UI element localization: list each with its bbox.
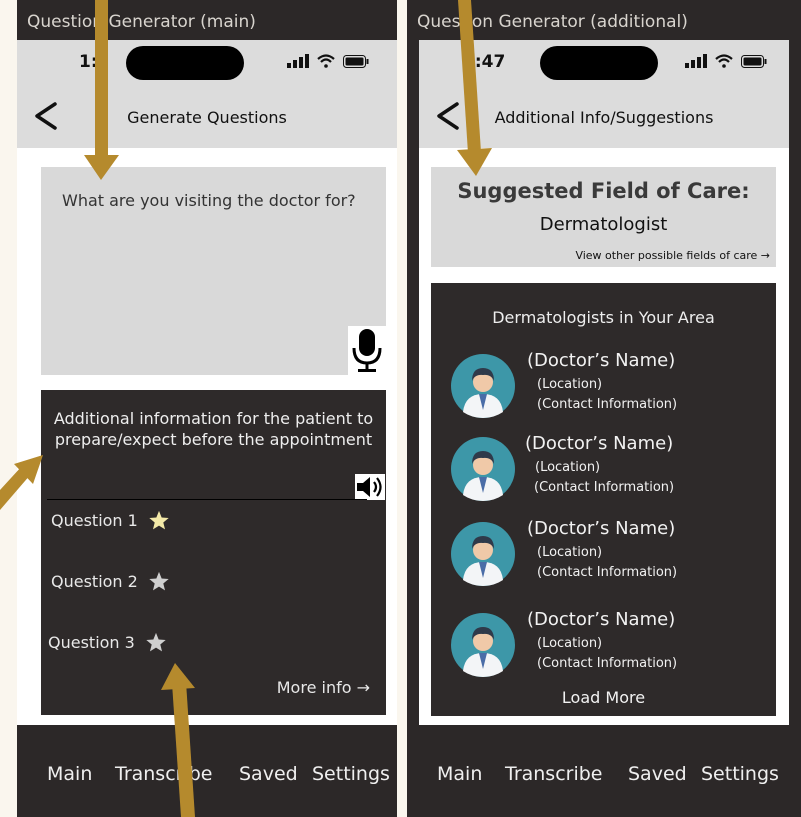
doctor-location: (Location) (535, 460, 601, 475)
dynamic-island (540, 46, 658, 80)
dynamic-island (126, 46, 244, 80)
doctors-area-title: Dermatologists in Your Area (492, 308, 715, 327)
visit-reason-input[interactable]: What are you visiting the doctor for? (41, 167, 386, 375)
question-label: Question 1 (51, 511, 138, 530)
page-title: Generate Questions (127, 108, 287, 127)
status-time: 1: (79, 52, 98, 72)
wifi-icon (317, 54, 335, 68)
left-frame: Question Generator (main) 1: Generate Qu… (17, 0, 397, 817)
speaker-button[interactable] (355, 474, 385, 500)
doctor-contact: (Contact Information) (537, 397, 678, 412)
doctor-item[interactable]: (Doctor’s Name) (Location) (Contact Info… (451, 433, 771, 501)
info-line-1: Additional information for the patient t… (53, 409, 374, 428)
doctor-location: (Location) (537, 377, 603, 392)
question-item[interactable]: Question 2 (51, 571, 170, 592)
field-value: Dermatologist (539, 214, 668, 235)
status-bar: 1:47 (419, 40, 789, 86)
other-fields-link[interactable]: View other possible fields of care → (575, 249, 770, 262)
tab-bar: Main Transcribe Saved Settings (17, 725, 397, 817)
star-icon[interactable] (148, 510, 170, 531)
field-heading: Suggested Field of Care: (457, 179, 750, 203)
star-icon[interactable] (148, 571, 170, 592)
status-icons (685, 54, 767, 68)
right-frame: Question Generator (additional) 1:47 Add… (407, 0, 801, 817)
nav-bar: Additional Info/Suggestions (419, 86, 789, 148)
doctor-avatar-icon (451, 522, 515, 586)
doctors-panel: Dermatologists in Your Area (Doctor’s Na… (431, 283, 776, 716)
status-icons (287, 54, 369, 68)
speaker-icon (357, 477, 382, 497)
doctor-avatar-icon (451, 437, 515, 501)
doctor-item[interactable]: (Doctor’s Name) (Location) (Contact Info… (451, 350, 771, 418)
frame-title: Question Generator (main) (27, 12, 256, 32)
question-item[interactable]: Question 1 (51, 510, 170, 531)
load-more-button[interactable]: Load More (431, 688, 776, 707)
doctor-item[interactable]: (Doctor’s Name) (Location) (Contact Info… (451, 609, 771, 677)
wifi-icon (715, 54, 733, 68)
doctor-contact: (Contact Information) (534, 480, 675, 495)
doctor-name: (Doctor’s Name) (525, 433, 674, 454)
doctor-name: (Doctor’s Name) (527, 518, 676, 539)
info-text: Additional information for the patient t… (41, 408, 386, 450)
input-prompt: What are you visiting the doctor for? (62, 191, 356, 210)
frame-title: Question Generator (additional) (417, 12, 688, 32)
page-title: Additional Info/Suggestions (494, 108, 714, 127)
doctor-contact: (Contact Information) (537, 656, 678, 671)
status-time: 1:47 (463, 52, 506, 72)
info-panel: Additional information for the patient t… (41, 390, 386, 715)
tab-transcribe[interactable]: Transcribe (115, 763, 213, 785)
question-label: Question 2 (51, 572, 138, 591)
doctor-avatar-icon (451, 613, 515, 677)
doctor-name: (Doctor’s Name) (527, 609, 676, 630)
question-item[interactable]: Question 3 (48, 632, 167, 653)
signal-icon (685, 54, 707, 68)
question-label: Question 3 (48, 633, 135, 652)
nav-bar: Generate Questions (17, 86, 397, 148)
doctor-avatar-icon (451, 354, 515, 418)
tab-main[interactable]: Main (437, 763, 482, 785)
divider (47, 499, 367, 500)
more-info-link[interactable]: More info → (277, 678, 370, 697)
phone-screen: 1: Generate Questions What are you visit… (17, 40, 397, 725)
tab-transcribe[interactable]: Transcribe (505, 763, 603, 785)
tab-settings[interactable]: Settings (701, 763, 779, 785)
star-icon[interactable] (145, 632, 167, 653)
tab-saved[interactable]: Saved (628, 763, 687, 785)
battery-icon (343, 54, 369, 68)
doctor-location: (Location) (537, 636, 603, 651)
tab-main[interactable]: Main (47, 763, 92, 785)
signal-icon (287, 54, 309, 68)
tab-settings[interactable]: Settings (312, 763, 390, 785)
info-line-2: prepare/expect before the appointment (54, 430, 373, 449)
microphone-icon (352, 329, 382, 372)
doctor-name: (Doctor’s Name) (527, 350, 676, 371)
status-bar: 1: (17, 40, 397, 86)
doctor-location: (Location) (537, 545, 603, 560)
tab-saved[interactable]: Saved (239, 763, 298, 785)
tab-bar: Main Transcribe Saved Settings (407, 725, 801, 817)
battery-icon (741, 54, 767, 68)
suggested-field-panel: Suggested Field of Care: Dermatologist V… (431, 167, 776, 267)
doctor-item[interactable]: (Doctor’s Name) (Location) (Contact Info… (451, 518, 771, 586)
microphone-button[interactable] (348, 326, 386, 375)
doctor-contact: (Contact Information) (537, 565, 678, 580)
phone-screen: 1:47 Additional Info/Suggestions Suggest… (419, 40, 789, 725)
